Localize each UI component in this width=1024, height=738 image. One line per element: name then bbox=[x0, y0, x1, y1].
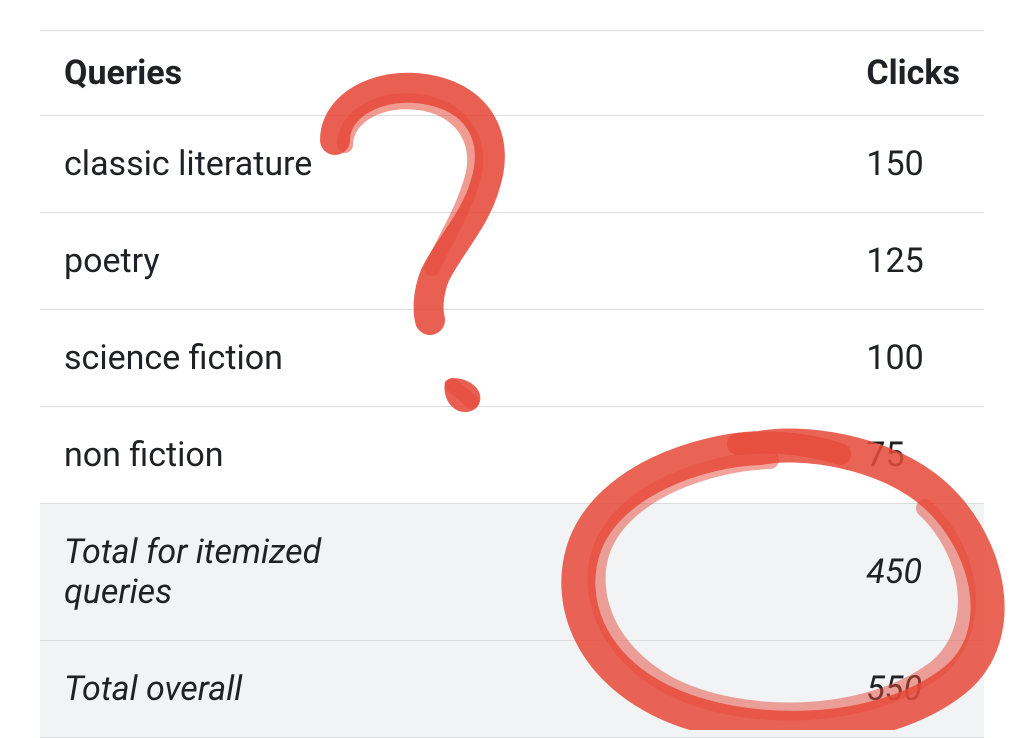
table-total-row: Total for itemized queries 450 bbox=[40, 504, 984, 641]
cell-query: science fiction bbox=[40, 310, 446, 407]
cell-clicks: 125 bbox=[446, 213, 984, 310]
table-row: classic literature 150 bbox=[40, 116, 984, 213]
header-queries: Queries bbox=[40, 31, 446, 116]
cell-clicks: 100 bbox=[446, 310, 984, 407]
cell-total-label: Total for itemized queries bbox=[40, 504, 446, 641]
cell-clicks: 75 bbox=[446, 407, 984, 504]
queries-table-container: Queries Clicks classic literature 150 po… bbox=[40, 30, 984, 738]
cell-total-clicks: 550 bbox=[446, 641, 984, 738]
header-clicks: Clicks bbox=[446, 31, 984, 116]
cell-clicks: 150 bbox=[446, 116, 984, 213]
table-row: poetry 125 bbox=[40, 213, 984, 310]
cell-total-clicks: 450 bbox=[446, 504, 984, 641]
table-row: non fiction 75 bbox=[40, 407, 984, 504]
cell-query: poetry bbox=[40, 213, 446, 310]
cell-total-label: Total overall bbox=[40, 641, 446, 738]
cell-query: classic literature bbox=[40, 116, 446, 213]
cell-query: non fiction bbox=[40, 407, 446, 504]
table-total-row: Total overall 550 bbox=[40, 641, 984, 738]
table-header-row: Queries Clicks bbox=[40, 31, 984, 116]
queries-table: Queries Clicks classic literature 150 po… bbox=[40, 30, 984, 738]
table-row: science fiction 100 bbox=[40, 310, 984, 407]
